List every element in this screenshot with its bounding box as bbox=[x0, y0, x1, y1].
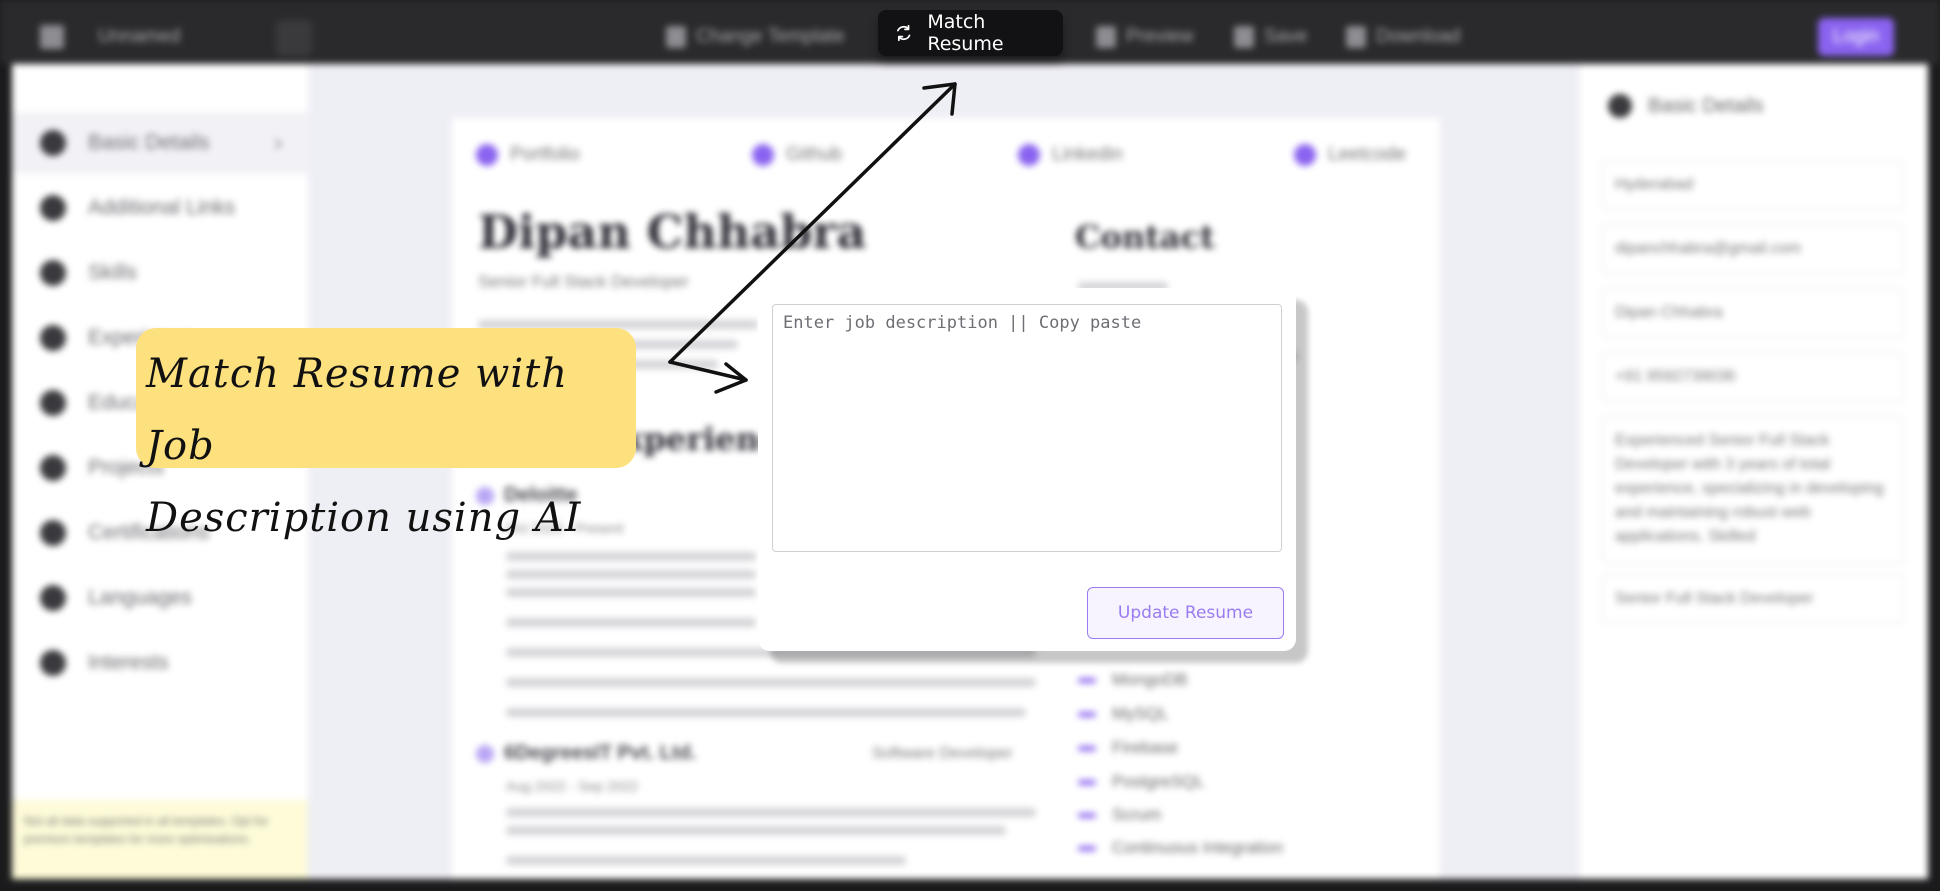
rename-pencil-icon[interactable] bbox=[276, 20, 312, 56]
skill-label: MySQL bbox=[1112, 704, 1169, 723]
skill-item: MySQL bbox=[1078, 704, 1169, 724]
resume-link-portfolio[interactable]: Portfolio bbox=[476, 144, 580, 166]
callout-line-2: Description using AI bbox=[146, 495, 582, 541]
link-label: Github bbox=[786, 144, 842, 165]
details-form-title: Basic Details bbox=[1648, 94, 1764, 117]
download-icon bbox=[1346, 26, 1366, 48]
callout-line-1: Match Resume with Job bbox=[146, 351, 569, 469]
job-description-input[interactable] bbox=[772, 304, 1282, 552]
chevron-right-icon: › bbox=[274, 130, 282, 155]
skill-dash-icon bbox=[1078, 711, 1096, 717]
change-template-label: Change Template bbox=[696, 26, 845, 47]
location-field[interactable]: Hyderabad bbox=[1602, 160, 1904, 210]
resume-role: Senior Full Stack Developer bbox=[478, 272, 689, 291]
name-field[interactable]: Dipan Chhabra bbox=[1602, 288, 1904, 338]
skill-item: Scrum bbox=[1078, 805, 1161, 825]
skill-item: MongoDB bbox=[1078, 670, 1188, 690]
sidebar-item-label: Basic Details bbox=[88, 131, 210, 154]
update-resume-button[interactable]: Update Resume bbox=[1087, 587, 1284, 639]
skill-dash-icon bbox=[1078, 812, 1096, 818]
phone-field[interactable]: +91 9592739036 bbox=[1602, 352, 1904, 402]
leetcode-icon bbox=[1294, 144, 1316, 166]
edit-icon bbox=[476, 144, 498, 166]
skill-label: MongoDB bbox=[1112, 670, 1188, 689]
skill-label: PostgreSQL bbox=[1112, 772, 1205, 791]
skill-item: PostgreSQL bbox=[1078, 772, 1205, 792]
job-dates: Aug 2022 - Sep 2022 bbox=[506, 778, 639, 794]
sidebar-item-label: Interests bbox=[88, 651, 169, 674]
sidebar-item-skills[interactable]: Skills bbox=[12, 242, 308, 304]
github-icon bbox=[752, 144, 774, 166]
skill-item: Firebase bbox=[1078, 738, 1178, 758]
login-button[interactable]: Login bbox=[1818, 18, 1894, 56]
link-label: Linkedin bbox=[1052, 144, 1123, 165]
timeline-dot-icon bbox=[476, 744, 494, 763]
briefcase-icon bbox=[40, 325, 66, 351]
file-name-label: Unnamed bbox=[98, 26, 181, 47]
details-form-heading: Basic Details bbox=[1608, 94, 1764, 118]
contact-heading: Contact bbox=[1075, 218, 1215, 256]
link-label: Leetcode bbox=[1328, 144, 1407, 165]
preview-label: Preview bbox=[1126, 26, 1194, 47]
skill-label: Scrum bbox=[1112, 805, 1162, 824]
template-tip: Not all data supported in all templates.… bbox=[12, 800, 308, 879]
job-6degreesit: 6DegreesIT Pvt. Ltd. bbox=[476, 742, 696, 765]
sidebar-item-label: Additional Links bbox=[88, 196, 236, 219]
link-icon bbox=[40, 195, 66, 221]
template-icon bbox=[666, 26, 686, 48]
skill-dash-icon bbox=[1078, 677, 1096, 683]
sidebar-item-interests[interactable]: Interests bbox=[12, 632, 308, 694]
link-label: Portfolio bbox=[510, 144, 580, 165]
heart-icon bbox=[40, 650, 66, 676]
language-icon bbox=[40, 585, 66, 611]
file-icon bbox=[40, 25, 64, 49]
save-icon bbox=[1234, 26, 1254, 48]
change-template-button[interactable]: Change Template bbox=[666, 22, 845, 52]
save-label: Save bbox=[1264, 26, 1308, 47]
job-title: Software Developer bbox=[872, 745, 1013, 762]
resume-link-leetcode[interactable]: Leetcode bbox=[1294, 144, 1406, 166]
resume-name: Dipan Chhabra bbox=[478, 205, 867, 259]
match-resume-button[interactable]: Match Resume bbox=[878, 10, 1063, 56]
email-field[interactable]: dipanchhabra@gmail.com bbox=[1602, 224, 1904, 274]
skill-dash-icon bbox=[1078, 779, 1096, 785]
project-icon bbox=[40, 455, 66, 481]
sidebar-item-basic-details[interactable]: Basic Details › bbox=[12, 112, 308, 174]
skill-label: Continuous Integration bbox=[1112, 838, 1284, 857]
save-button[interactable]: Save bbox=[1234, 22, 1307, 52]
resume-link-github[interactable]: Github bbox=[752, 144, 842, 166]
certificate-icon bbox=[40, 520, 66, 546]
resume-link-linkedin[interactable]: Linkedin bbox=[1018, 144, 1123, 166]
sidebar-item-label: Skills bbox=[88, 261, 138, 284]
sidebar-item-languages[interactable]: Languages bbox=[12, 567, 308, 629]
skill-label: Firebase bbox=[1112, 738, 1179, 757]
eye-icon bbox=[1096, 26, 1116, 48]
skill-dash-icon bbox=[1078, 845, 1096, 851]
user-icon bbox=[1608, 94, 1632, 118]
user-icon bbox=[40, 130, 66, 156]
match-resume-modal: Update Resume bbox=[758, 288, 1296, 651]
sidebar-item-label: Languages bbox=[88, 586, 192, 609]
book-icon bbox=[40, 390, 66, 416]
skill-dash-icon bbox=[1078, 745, 1096, 751]
file-name[interactable]: Unnamed bbox=[40, 22, 180, 52]
title-field[interactable]: Senior Full Stack Developer bbox=[1602, 574, 1904, 624]
sidebar-item-additional-links[interactable]: Additional Links bbox=[12, 177, 308, 239]
download-label: Download bbox=[1376, 26, 1461, 47]
download-button[interactable]: Download bbox=[1346, 22, 1461, 52]
annotation-callout: Match Resume with Job Description using … bbox=[136, 328, 636, 541]
tools-icon bbox=[40, 260, 66, 286]
linkedin-icon bbox=[1018, 144, 1040, 166]
preview-button[interactable]: Preview bbox=[1096, 22, 1194, 52]
refresh-icon bbox=[896, 24, 911, 42]
match-resume-label: Match Resume bbox=[927, 11, 1004, 55]
skill-item: Continuous Integration bbox=[1078, 838, 1283, 858]
summary-field[interactable]: Experienced Senior Full Stack Developer … bbox=[1602, 416, 1904, 564]
job-company: 6DegreesIT Pvt. Ltd. bbox=[504, 742, 697, 764]
